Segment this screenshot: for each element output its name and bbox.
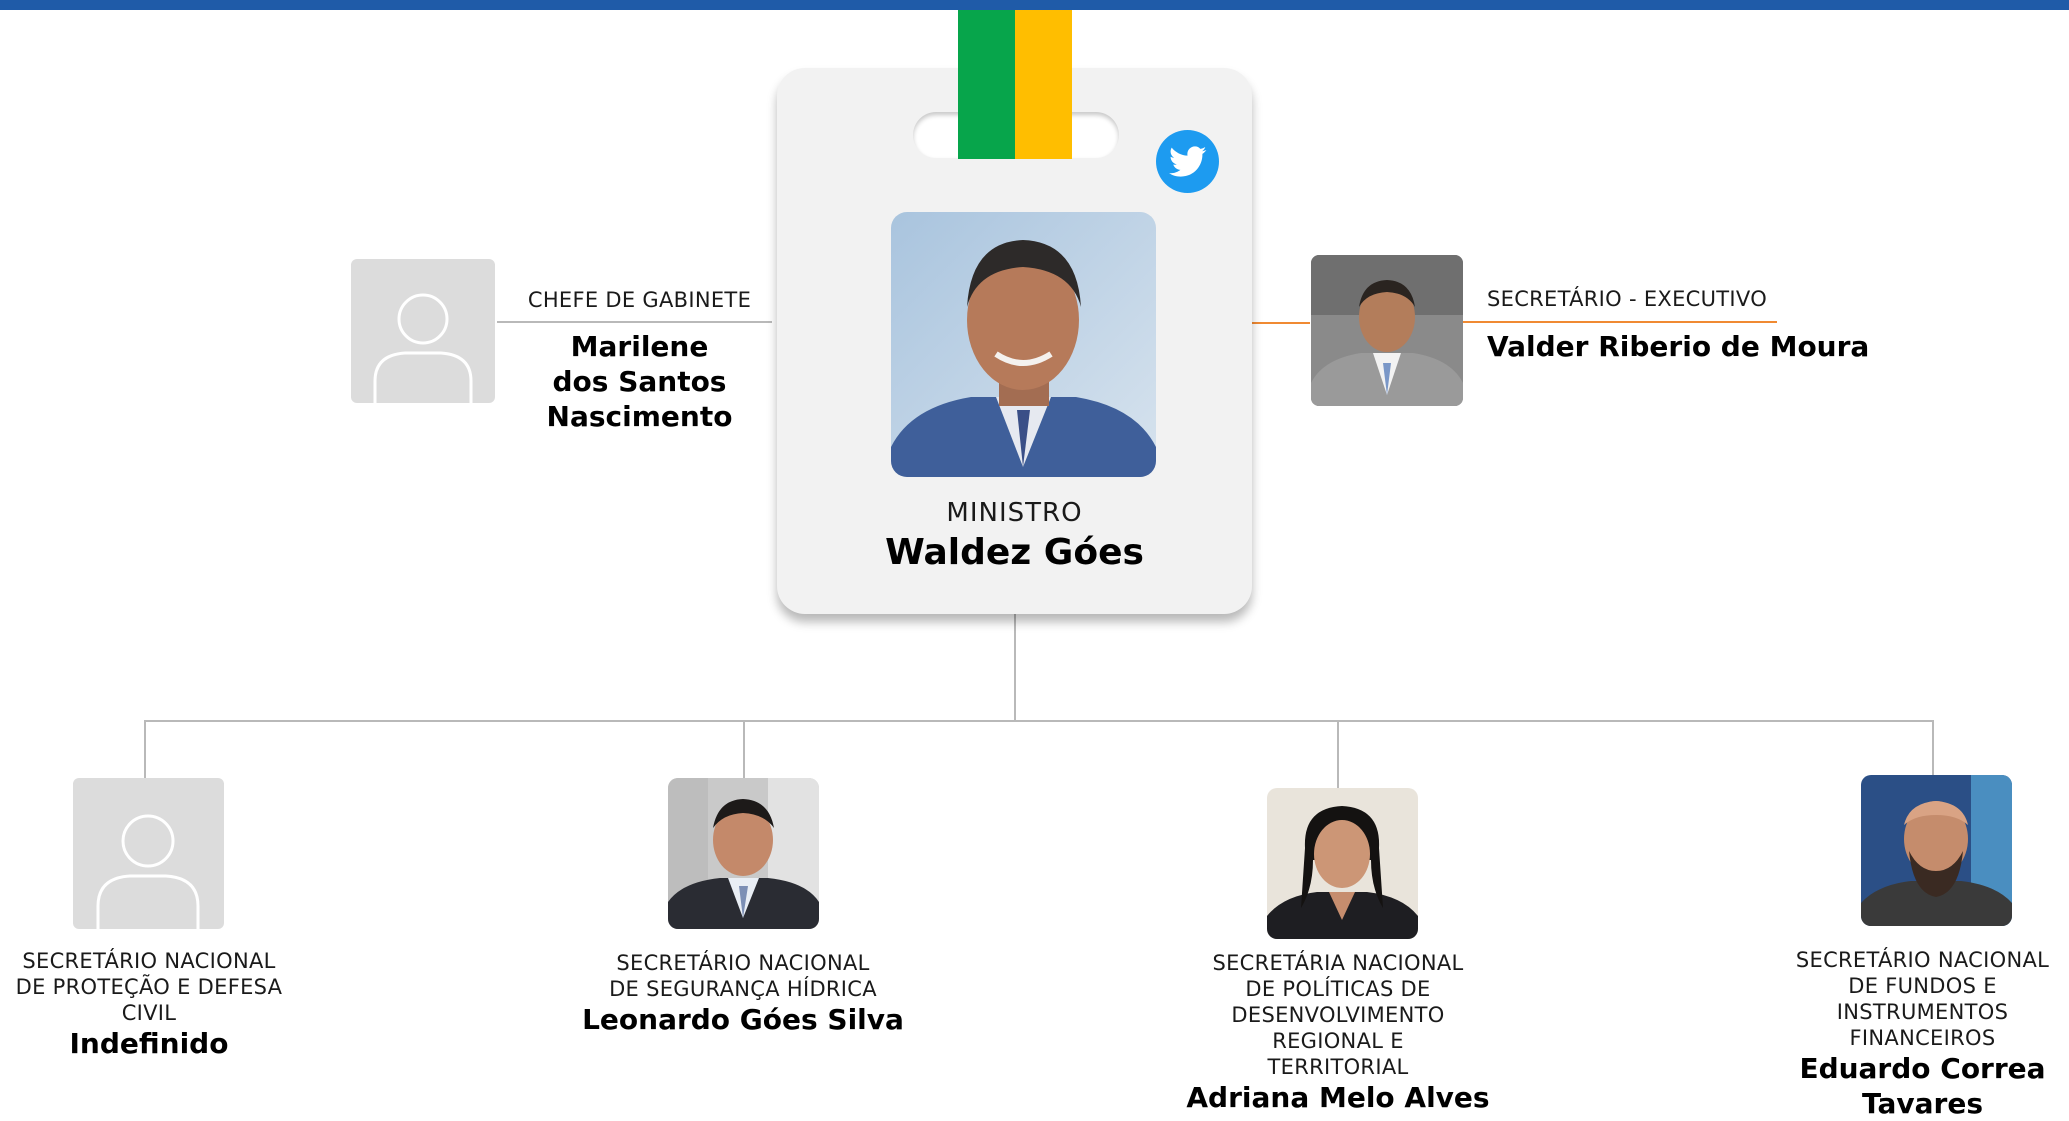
connector-executive: [1252, 322, 1310, 324]
connector-horizontal: [144, 720, 1934, 722]
secretary-3-photo: [1267, 788, 1418, 939]
secretary-1-label: SECRETÁRIO NACIONAL DE PROTEÇÃO E DEFESA…: [4, 948, 294, 1061]
secretary-2-label: SECRETÁRIO NACIONAL DE SEGURANÇA HÍDRICA…: [568, 950, 918, 1037]
chief-of-staff-photo-placeholder: [351, 259, 495, 403]
secretary-1-name: Indefinido: [69, 1027, 229, 1060]
secretary-1-photo-placeholder: [73, 778, 224, 929]
secretary-3-label: SECRETÁRIA NACIONAL DE POLÍTICAS DE DESE…: [1163, 950, 1513, 1115]
executive-secretary-photo: [1311, 255, 1463, 406]
connector-drop-4: [1932, 720, 1934, 778]
lanyard-green-stripe: [958, 10, 1015, 159]
connector-drop-3: [1337, 720, 1339, 788]
secretary-1-role: SECRETÁRIO NACIONAL DE PROTEÇÃO E DEFESA…: [15, 949, 283, 1025]
connector-drop-2: [743, 720, 745, 778]
chief-of-staff-role: CHEFE DE GABINETE: [527, 288, 752, 312]
secretary-4-photo: [1861, 775, 2012, 926]
minister-label: MINISTRO Waldez Góes: [777, 498, 1252, 573]
secretary-3-name: Adriana Melo Alves: [1186, 1081, 1490, 1114]
secretary-4-role: SECRETÁRIO NACIONAL DE FUNDOS E INSTRUME…: [1795, 948, 2050, 1050]
user-placeholder-icon: [96, 814, 200, 929]
executive-secretary-name: Valder Riberio de Moura: [1487, 330, 1870, 363]
secretary-3-role: SECRETÁRIA NACIONAL DE POLÍTICAS DE DESE…: [1212, 951, 1464, 1079]
lanyard-yellow-stripe: [1015, 10, 1072, 159]
secretary-4-label: SECRETÁRIO NACIONAL DE FUNDOS E INSTRUME…: [1779, 947, 2066, 1121]
top-accent-bar: [0, 0, 2069, 10]
secretary-2-role: SECRETÁRIO NACIONAL DE SEGURANÇA HÍDRICA: [609, 951, 877, 1001]
connector-trunk: [1014, 614, 1016, 720]
connector-drop-1: [144, 720, 146, 778]
chief-of-staff-label: CHEFE DE GABINETE Marilene dos Santos Na…: [497, 287, 782, 434]
executive-secretary-role: SECRETÁRIO - EXECUTIVO: [1487, 287, 1768, 311]
secretary-2-photo: [668, 778, 819, 929]
secretary-2-name: Leonardo Góes Silva: [582, 1003, 904, 1036]
twitter-icon[interactable]: [1156, 130, 1219, 193]
minister-role: MINISTRO: [946, 498, 1083, 528]
minister-photo: [891, 212, 1156, 477]
chief-of-staff-name: Marilene dos Santos Nascimento: [546, 330, 733, 433]
minister-name: Waldez Góes: [885, 532, 1144, 573]
executive-secretary-label: SECRETÁRIO - EXECUTIVO Valder Riberio de…: [1487, 286, 2047, 364]
secretary-4-name: Eduardo Correa Tavares: [1799, 1052, 2046, 1120]
user-placeholder-icon: [373, 293, 473, 403]
